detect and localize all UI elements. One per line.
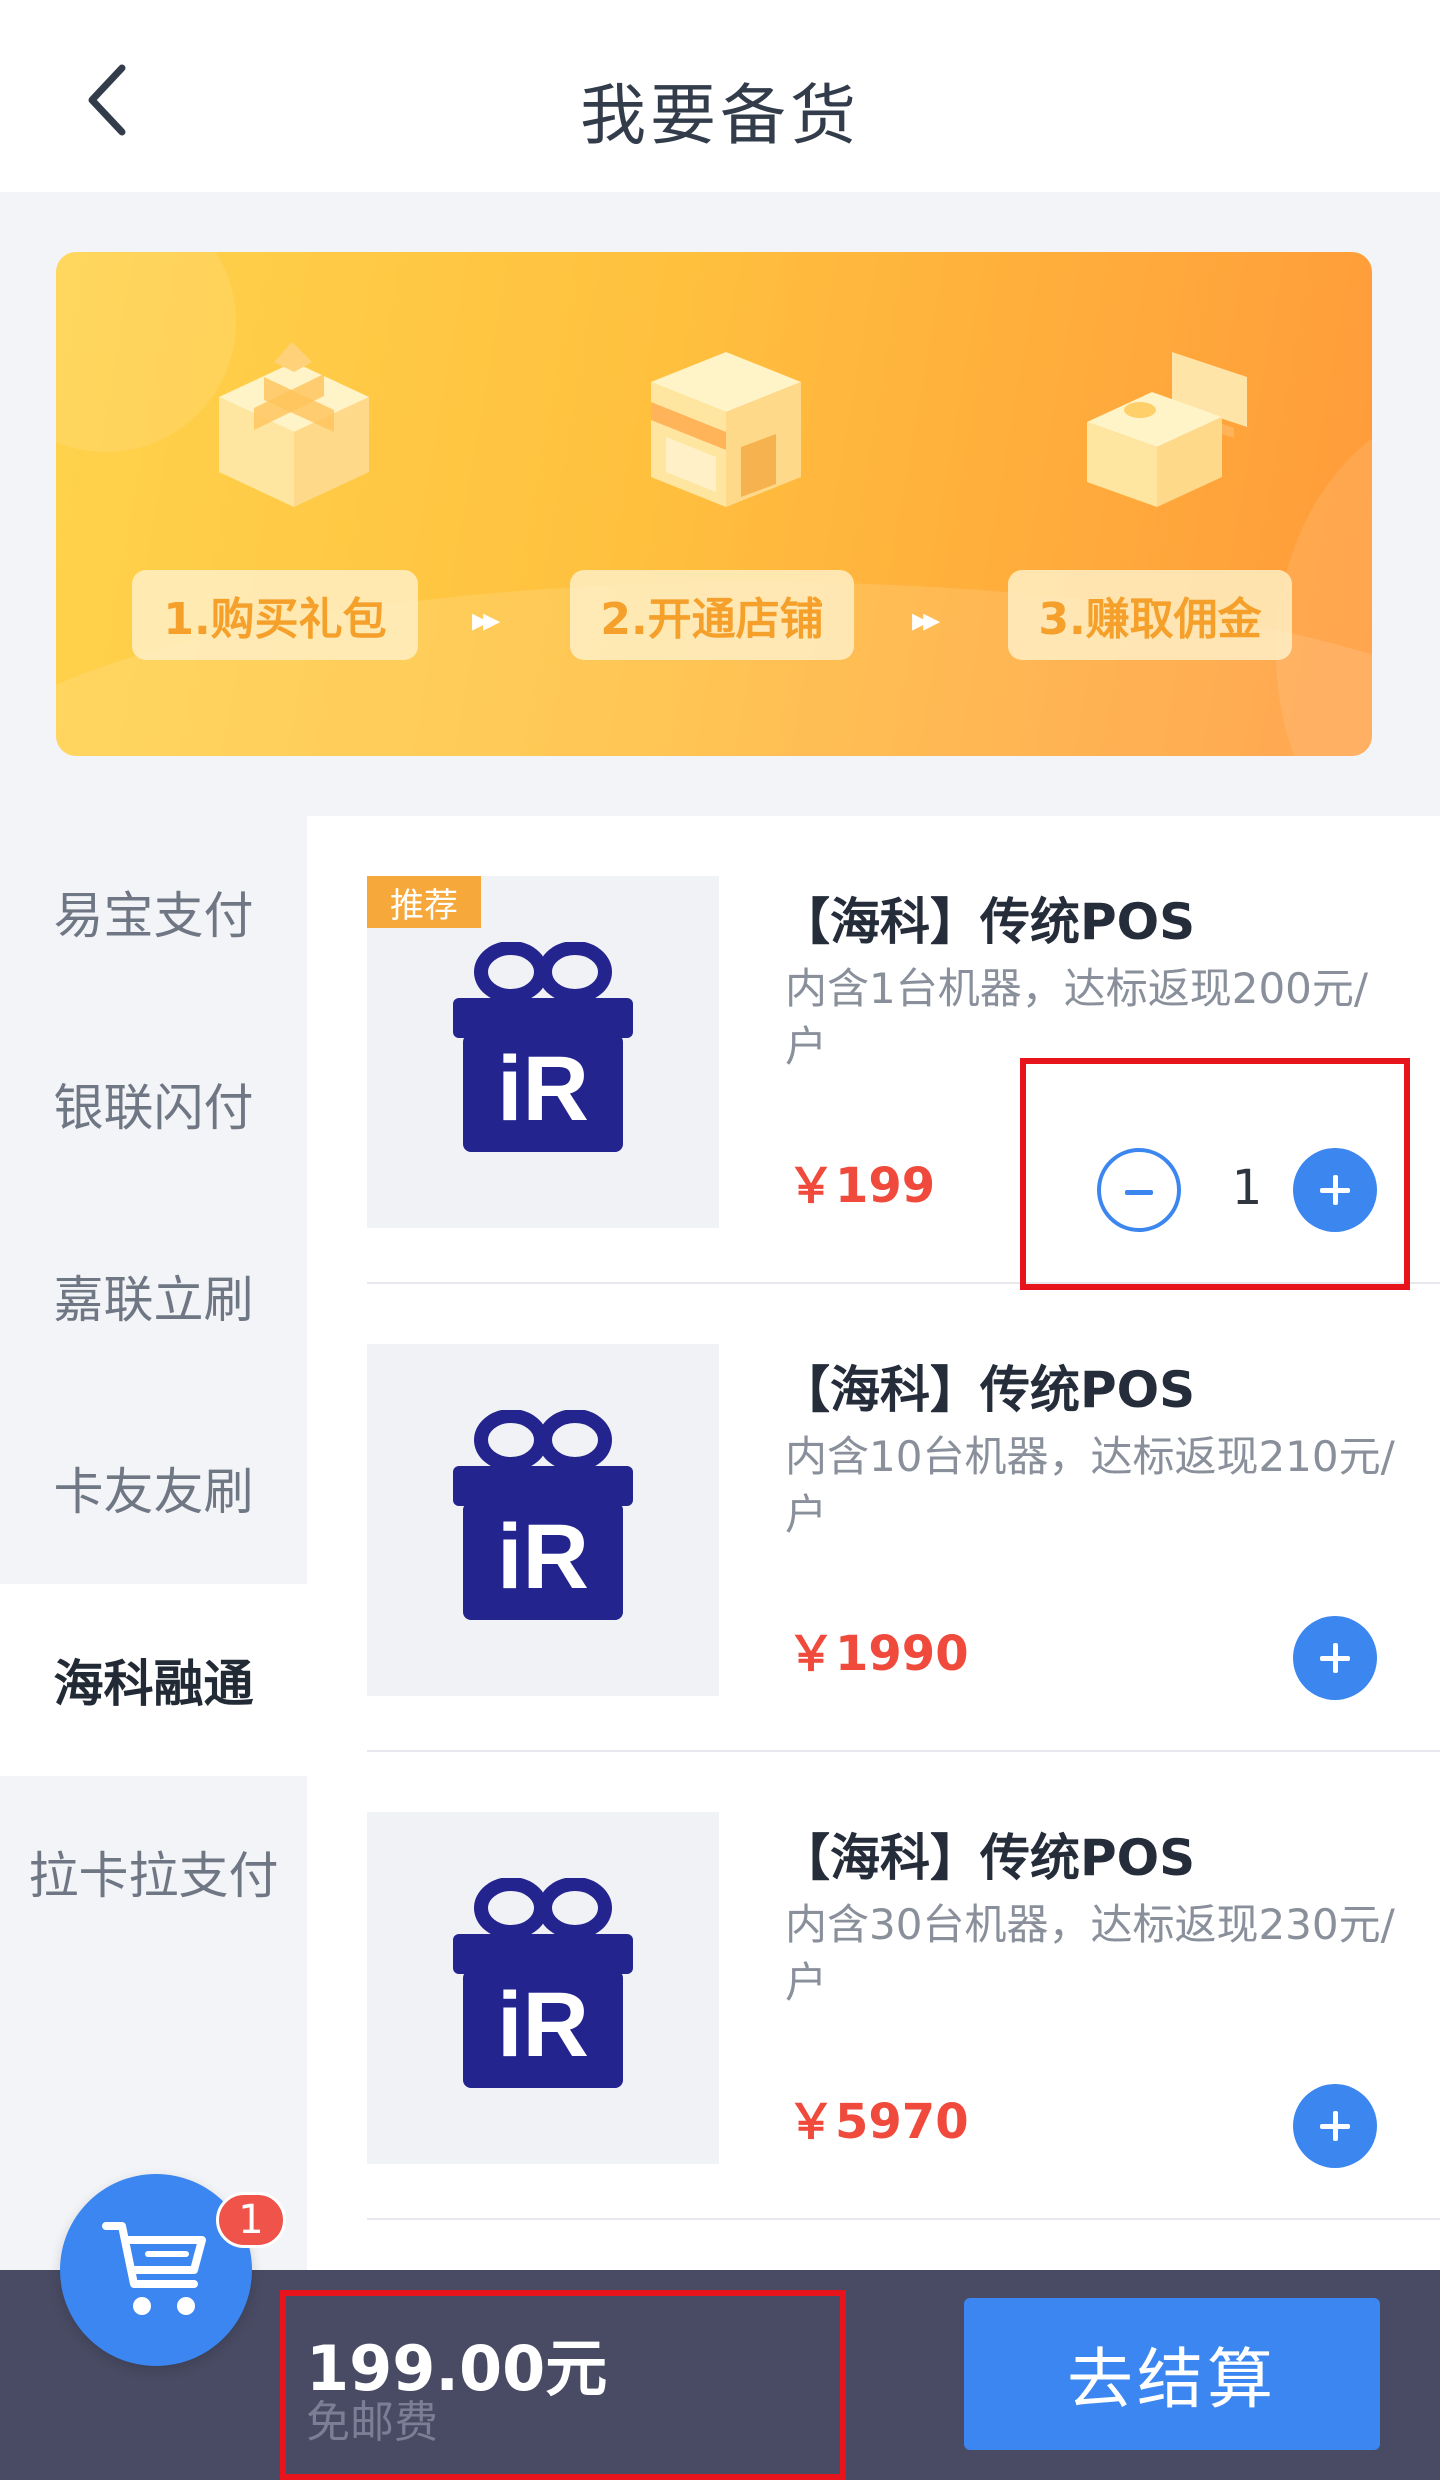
checkout-button[interactable]: 去结算 xyxy=(964,2298,1380,2450)
product-card[interactable]: iR 推荐 【海科】传统POS 内含1台机器，达标返现200元/户 ￥199 1 xyxy=(307,816,1440,1284)
sidebar-item-unionpay-quickpass[interactable]: 银联闪付 xyxy=(0,1008,307,1200)
sidebar-item-jialian[interactable]: 嘉联立刷 xyxy=(0,1200,307,1392)
gift-logo-icon: iR xyxy=(453,942,633,1152)
arrow-icon: ▸▸ xyxy=(912,600,940,640)
product-card[interactable]: iR 【海科】传统POS 内含10台机器，达标返现210元/户 ￥1990 xyxy=(307,1284,1440,1752)
product-description: 内含1台机器，达标返现200元/户 xyxy=(785,964,1369,1071)
quantity-stepper: 1 xyxy=(1097,1146,1397,1246)
product-image: iR xyxy=(367,1812,719,2164)
product-description: 内含30台机器，达标返现230元/户 xyxy=(785,1900,1395,2007)
cart-icon xyxy=(102,2222,206,2315)
sidebar-item-haike[interactable]: 海科融通 xyxy=(0,1584,307,1776)
product-image: iR 推荐 xyxy=(367,876,719,1228)
gift-logo-icon: iR xyxy=(453,1410,633,1620)
product-description: 内含10台机器，达标返现210元/户 xyxy=(785,1432,1395,1539)
product-name: 【海科】传统POS xyxy=(780,893,1196,951)
step-open-store: 2.开通店铺 xyxy=(570,570,854,660)
step-earn-commission: 3.赚取佣金 xyxy=(1008,570,1292,660)
store-icon xyxy=(651,352,801,507)
product-name: 【海科】传统POS xyxy=(780,1361,1196,1419)
money-box-icon xyxy=(1087,352,1247,507)
svg-text:iR: iR xyxy=(497,1974,589,2076)
recommend-badge: 推荐 xyxy=(367,876,481,928)
minus-button[interactable] xyxy=(1097,1148,1181,1232)
product-name: 【海科】传统POS xyxy=(780,1829,1196,1887)
gift-logo-icon: iR xyxy=(453,1878,633,2088)
cart-count-badge: 1 xyxy=(216,2192,286,2248)
divider xyxy=(367,2218,1440,2220)
step-buy-gift: 1.购买礼包 xyxy=(132,570,418,660)
gift-box-icon xyxy=(219,342,369,507)
product-image: iR xyxy=(367,1344,719,1696)
svg-text:iR: iR xyxy=(497,1506,589,1608)
steps-banner: 1.购买礼包 ▸▸ 2.开通店铺 ▸▸ 3.赚取佣金 xyxy=(56,252,1372,756)
plus-button[interactable] xyxy=(1293,2084,1377,2168)
sidebar-item-yibao[interactable]: 易宝支付 xyxy=(0,816,307,1008)
plus-button[interactable] xyxy=(1293,1148,1377,1232)
shipping-note: 免邮费 xyxy=(306,2397,438,2448)
arrow-icon: ▸▸ xyxy=(472,600,500,640)
product-price: ￥199 xyxy=(787,1158,936,1214)
header: 我要备货 xyxy=(0,0,1440,192)
plus-button[interactable] xyxy=(1293,1616,1377,1700)
sidebar-item-kayou[interactable]: 卡友友刷 xyxy=(0,1392,307,1584)
page-title: 我要备货 xyxy=(580,77,860,154)
category-sidebar: 易宝支付 银联闪付 嘉联立刷 卡友友刷 海科融通 拉卡拉支付 xyxy=(0,816,307,1968)
svg-text:iR: iR xyxy=(497,1038,589,1140)
product-list: iR 推荐 【海科】传统POS 内含1台机器，达标返现200元/户 ￥199 1 xyxy=(307,816,1440,2270)
sidebar-item-lakala[interactable]: 拉卡拉支付 xyxy=(0,1776,307,1968)
quantity-value: 1 xyxy=(1231,1160,1263,1216)
product-price: ￥5970 xyxy=(787,2094,969,2150)
product-price: ￥1990 xyxy=(787,1626,969,1682)
product-card[interactable]: iR 【海科】传统POS 内含30台机器，达标返现230元/户 ￥5970 xyxy=(307,1752,1440,2220)
